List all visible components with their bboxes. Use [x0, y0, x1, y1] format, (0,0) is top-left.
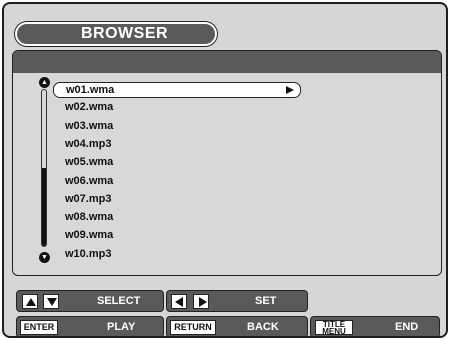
play-arrow-icon: [286, 86, 294, 94]
back-control[interactable]: RETURN BACK: [166, 316, 308, 336]
up-arrow-icon: [22, 294, 38, 309]
file-name: w05.wma: [65, 156, 114, 169]
left-arrow-icon: [171, 294, 187, 309]
play-control[interactable]: ENTER PLAY: [16, 316, 164, 336]
title-menu-key-line2: MENU: [322, 327, 346, 336]
scrollbar-track[interactable]: [41, 89, 47, 247]
right-arrow-icon: [193, 294, 209, 309]
play-label: PLAY: [107, 321, 136, 333]
scroll-up-icon[interactable]: ▲: [39, 77, 50, 88]
back-label: BACK: [247, 321, 279, 333]
file-name: w08.wma: [65, 211, 114, 224]
file-list-item[interactable]: w03.wma: [53, 119, 301, 135]
file-name: w03.wma: [65, 119, 114, 132]
set-control[interactable]: SET: [166, 290, 308, 312]
end-label: END: [395, 321, 419, 333]
scroll-down-icon[interactable]: ▼: [39, 252, 50, 263]
set-label: SET: [255, 295, 277, 307]
file-list-panel: ▲ ▼ w01.wma w02.wma w03.wma w04.mp3 w05.wma w…: [12, 50, 442, 276]
end-control[interactable]: TITLE MENU END: [310, 316, 440, 336]
return-key: RETURN: [170, 320, 216, 335]
window-title: BROWSER: [15, 22, 217, 46]
file-name: w09.wma: [65, 229, 114, 242]
panel-header: [13, 51, 441, 73]
title-menu-key: TITLE MENU: [315, 320, 353, 336]
file-list-item[interactable]: w10.mp3: [53, 247, 301, 263]
file-name: w01.wma: [66, 84, 115, 96]
file-name: w07.mp3: [65, 192, 112, 205]
scrollbar-thumb[interactable]: [42, 168, 46, 246]
down-arrow-icon: [43, 294, 59, 309]
file-list-item[interactable]: w07.mp3: [53, 192, 301, 208]
file-list-item[interactable]: w06.wma: [53, 174, 301, 190]
file-list-item[interactable]: w05.wma: [53, 155, 301, 171]
file-name: w10.mp3: [65, 247, 112, 260]
file-list-item[interactable]: w09.wma: [53, 228, 301, 244]
select-label: SELECT: [97, 295, 141, 307]
file-list-item[interactable]: w02.wma: [53, 100, 301, 116]
file-list-item[interactable]: w04.mp3: [53, 137, 301, 153]
enter-key: ENTER: [20, 320, 58, 335]
file-list-item[interactable]: w08.wma: [53, 210, 301, 226]
file-name: w02.wma: [65, 101, 114, 114]
file-list-item[interactable]: w01.wma: [53, 82, 301, 98]
select-control[interactable]: SELECT: [16, 290, 164, 312]
browser-window: BROWSER ▲ ▼ w01.wma w02.wma w03.wma w04.mp3…: [2, 2, 448, 338]
file-name: w06.wma: [65, 174, 114, 187]
file-name: w04.mp3: [65, 137, 112, 150]
